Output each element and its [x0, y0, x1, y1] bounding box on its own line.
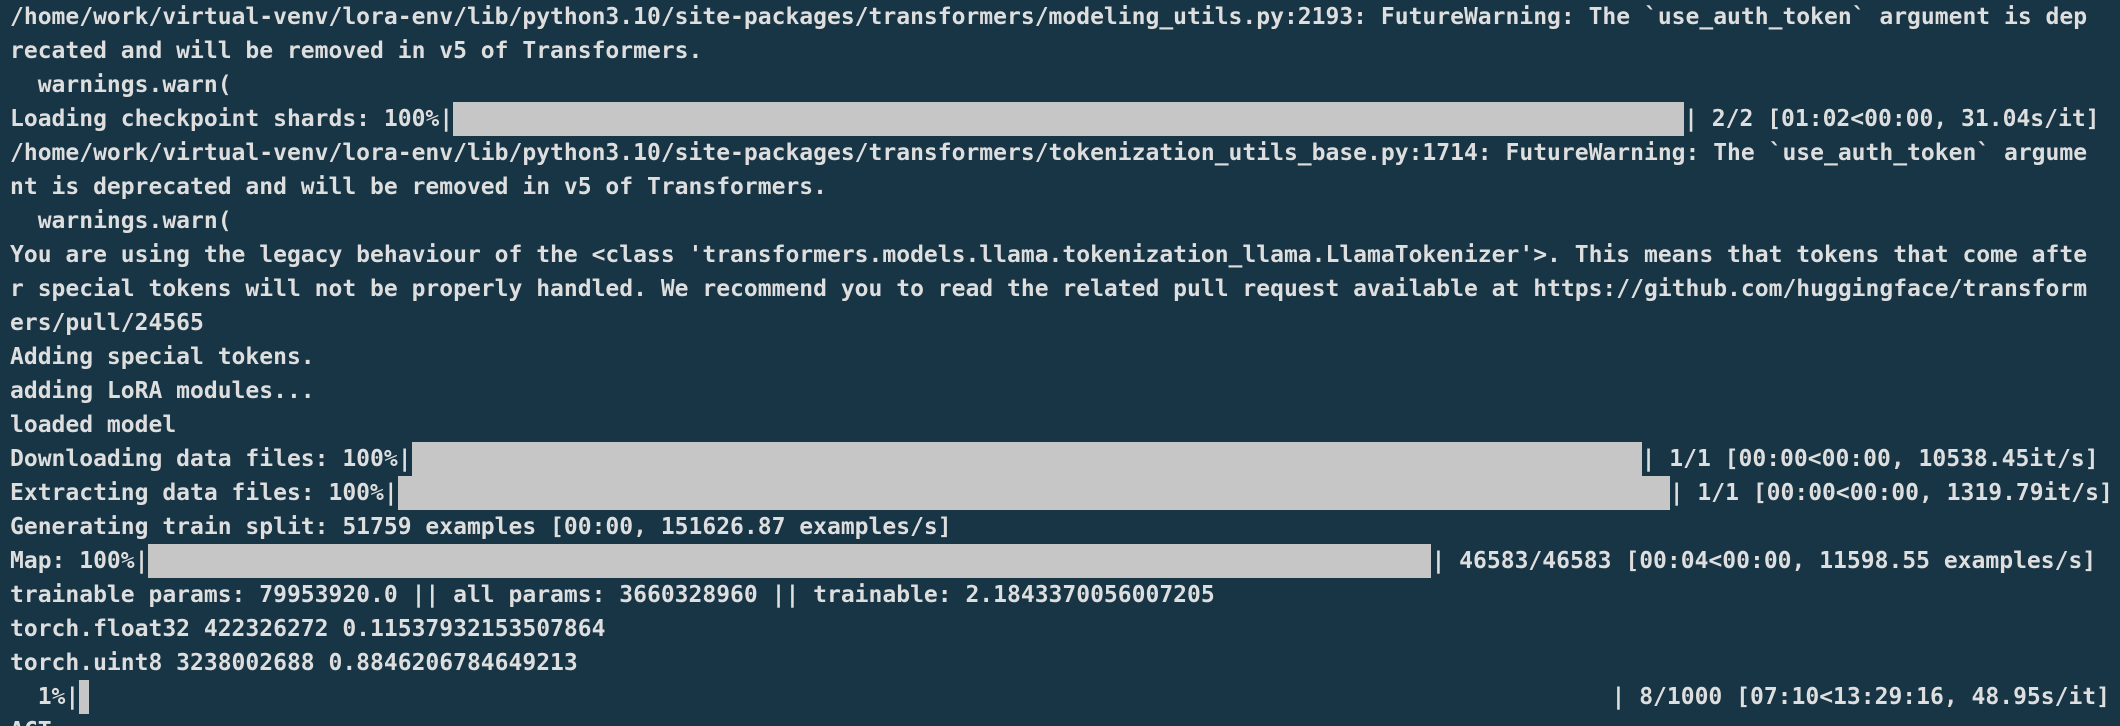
legacy-message-line: ers/pull/24565: [10, 310, 204, 336]
progress-suffix: | 1/1 [00:00<00:00, 1319.79it/s]: [1669, 480, 2110, 506]
progress-suffix: | 8/1000 [07:10<13:29:16, 48.95s/it]: [1611, 684, 2111, 710]
progress-bar: [453, 102, 1685, 136]
progress-bar: [411, 442, 1642, 476]
warning-line-cont: recated and will be removed in v5 of Tra…: [10, 38, 703, 64]
download-progress: Downloading data files: 100%| | 1/1 [00:0…: [10, 442, 2110, 476]
dtype-line: torch.uint8 3238002688 0.884620678464921…: [10, 650, 578, 676]
warning-line-cont: nt is deprecated and will be removed in …: [10, 174, 827, 200]
warnings-warn-line: warnings.warn(: [10, 208, 232, 234]
progress-suffix: | 2/2 [01:02<00:00, 31.04s/it]: [1684, 106, 2100, 132]
status-line: loaded model: [10, 412, 177, 438]
map-progress: Map: 100%| | 46583/46583 [00:04<00:00, 11…: [10, 544, 2110, 578]
checkpoint-progress: Loading checkpoint shards: 100%| | 2/2 [0…: [10, 102, 2110, 136]
legacy-message-line: r special tokens will not be properly ha…: [10, 276, 2088, 302]
progress-suffix: | 46583/46583 [00:04<00:00, 11598.55 exa…: [1431, 548, 2097, 574]
status-line: Adding special tokens.: [10, 344, 315, 370]
progress-suffix: | 1/1 [00:00<00:00, 10538.45it/s]: [1641, 446, 2099, 472]
terminal-window[interactable]: /home/work/virtual-venv/lora-env/lib/pyt…: [0, 0, 2120, 726]
progress-bar: [397, 476, 1670, 510]
status-line: Generating train split: 51759 examples […: [10, 514, 952, 540]
progress-bar: [79, 680, 90, 714]
cutoff-line: ACT...: [10, 714, 2110, 726]
progress-prefix: Downloading data files: 100%|: [10, 446, 412, 472]
legacy-message-line: You are using the legacy behaviour of th…: [10, 242, 2088, 268]
params-line: trainable params: 79953920.0 || all para…: [10, 582, 1215, 608]
status-line: adding LoRA modules...: [10, 378, 315, 404]
training-progress: 1%| | 8/1000 [07:10<13:29:16, 48.95s/it]: [10, 680, 2110, 714]
progress-bar: [148, 544, 1432, 578]
warning-line: /home/work/virtual-venv/lora-env/lib/pyt…: [10, 140, 2088, 166]
progress-prefix: Map: 100%|: [10, 548, 149, 574]
progress-prefix: Loading checkpoint shards: 100%|: [10, 106, 454, 132]
warnings-warn-line: warnings.warn(: [10, 72, 232, 98]
progress-prefix: 1%|: [10, 684, 80, 710]
extract-progress: Extracting data files: 100%| | 1/1 [00:00…: [10, 476, 2110, 510]
warning-line: /home/work/virtual-venv/lora-env/lib/pyt…: [10, 4, 2088, 30]
dtype-line: torch.float32 422326272 0.11537932153507…: [10, 616, 606, 642]
progress-prefix: Extracting data files: 100%|: [10, 480, 398, 506]
